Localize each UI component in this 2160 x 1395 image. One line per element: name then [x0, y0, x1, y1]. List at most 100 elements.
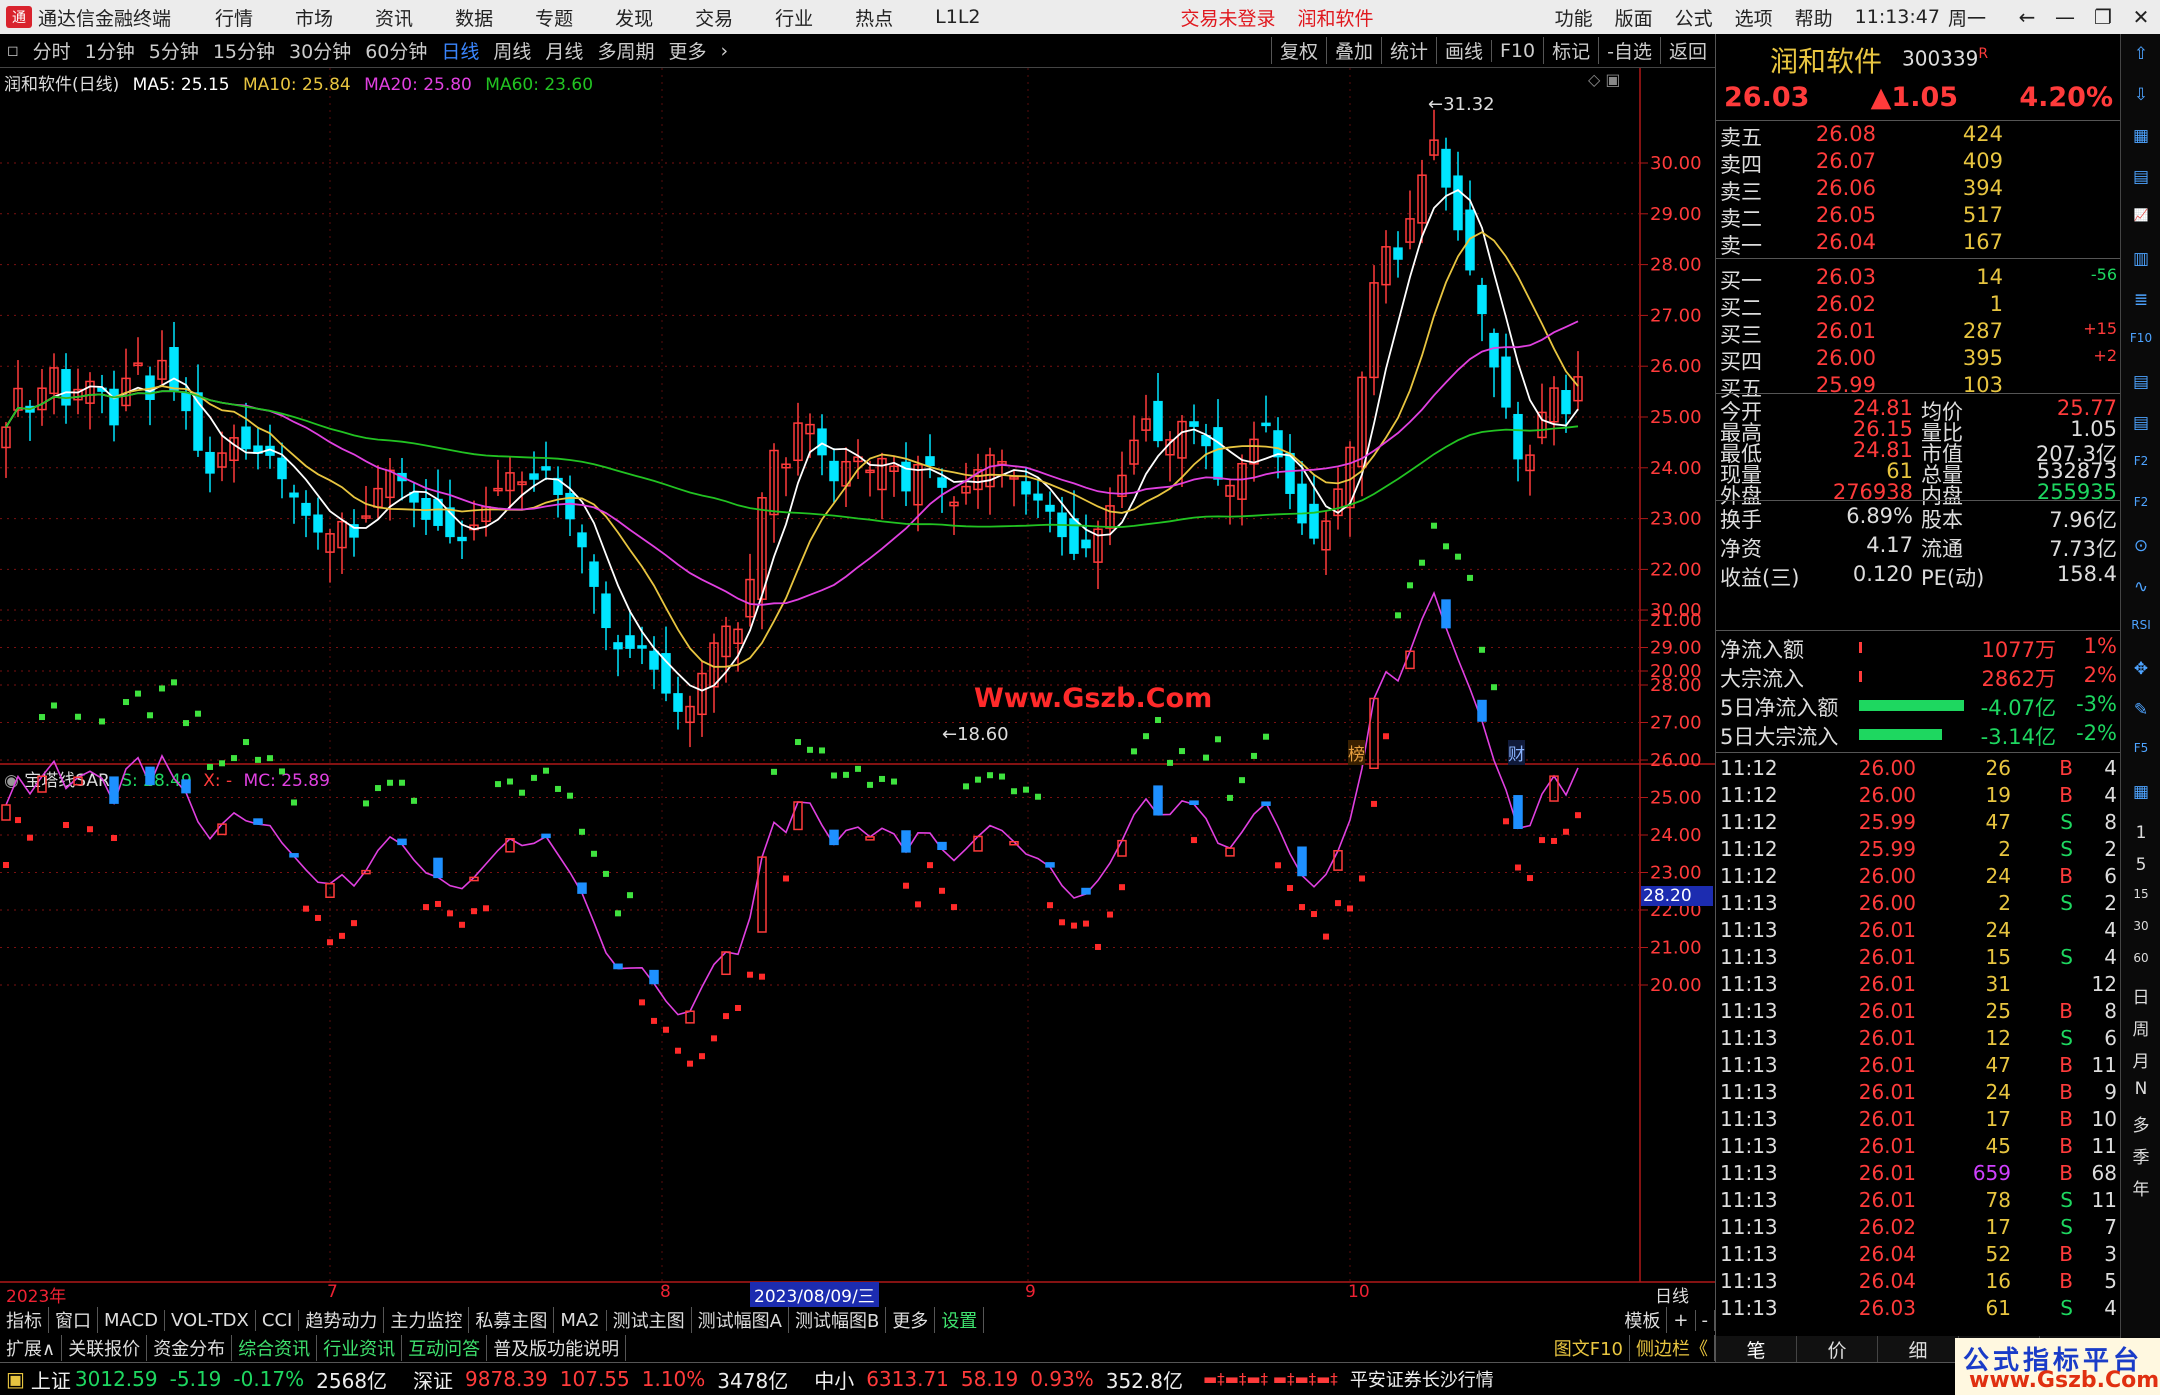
period-multi[interactable]: 多 — [2127, 1111, 2155, 1137]
menu-item-market[interactable]: 市场 — [295, 4, 333, 31]
period-5[interactable]: 5 — [2127, 855, 2155, 881]
doc-icon[interactable]: ▤ — [2127, 372, 2155, 398]
period-daily[interactable]: 日线 — [434, 37, 486, 64]
period-30min[interactable]: 30分钟 — [282, 37, 358, 64]
remove-pane-button[interactable]: - — [1696, 1309, 1715, 1331]
tab-related-quotes[interactable]: 关联报价 — [62, 1335, 148, 1361]
tab-fund-distribution[interactable]: 资金分布 — [147, 1335, 233, 1361]
tab-ticks[interactable]: 笔 — [1716, 1336, 1797, 1362]
tab-ma2[interactable]: MA2 — [554, 1309, 607, 1331]
sells-level-2[interactable]: 卖四 26.07 409 — [1716, 149, 2121, 177]
tab-general-news[interactable]: 综合资讯 — [232, 1335, 318, 1361]
tab-test-sub-a[interactable]: 测试幅图A — [692, 1307, 789, 1333]
line-chart-icon[interactable]: 📈 — [2127, 208, 2155, 234]
menu-item-layout[interactable]: 版面 — [1615, 4, 1653, 31]
marker-ranking[interactable]: 榜 — [1348, 740, 1365, 765]
menu-item-formula[interactable]: 公式 — [1675, 4, 1713, 31]
candle-icon[interactable]: ▥ — [2127, 249, 2155, 275]
sells-level-1[interactable]: 卖五 26.08 424 — [1716, 122, 2121, 150]
tab-price[interactable]: 价 — [1797, 1336, 1878, 1362]
period-multi[interactable]: 多周期 — [590, 37, 661, 64]
tab-private-equity[interactable]: 私募主图 — [469, 1307, 555, 1333]
list-icon[interactable]: ≣ — [2127, 290, 2155, 316]
period-n[interactable]: N — [2127, 1079, 2155, 1105]
period-60min[interactable]: 60分钟 — [358, 37, 434, 64]
menu-item-l1l2[interactable]: L1L2 — [935, 6, 980, 28]
chevron-right-icon[interactable]: › — [713, 40, 735, 62]
period-15[interactable]: 15 — [2127, 887, 2155, 913]
tool-f10[interactable]: F10 — [1491, 39, 1543, 62]
move-icon[interactable]: ✥ — [2127, 659, 2155, 685]
kline-chart[interactable]: 30.00 29.00 28.00 27.00 26.00 25.00 24.00 23.00… — [0, 68, 1715, 1318]
tab-cci[interactable]: CCI — [256, 1309, 300, 1331]
tab-expand[interactable]: 扩展∧ — [0, 1335, 63, 1361]
sells-level-5[interactable]: 卖一 26.04 167 — [1716, 230, 2121, 258]
back-icon[interactable]: ← — [2008, 5, 2046, 29]
menu-item-hot[interactable]: 热点 — [855, 4, 893, 31]
f10-icon[interactable]: F10 — [2127, 331, 2155, 357]
period-month[interactable]: 月 — [2127, 1047, 2155, 1073]
period-monthly[interactable]: 月线 — [538, 37, 590, 64]
menu-item-discover[interactable]: 发现 — [615, 4, 653, 31]
buys-level-3[interactable]: 买三 26.01 287 +15 — [1716, 319, 2121, 347]
sells-level-4[interactable]: 卖二 26.05 517 — [1716, 203, 2121, 231]
grid2-icon[interactable]: ▦ — [2127, 782, 2155, 808]
period-season[interactable]: 季 — [2127, 1143, 2155, 1169]
period-60[interactable]: 60 — [2127, 951, 2155, 977]
table-icon[interactable]: ▤ — [2127, 167, 2155, 193]
tab-edition-info[interactable]: 普及版功能说明 — [487, 1335, 627, 1361]
mini-tick-chart[interactable]: ▬‡▬‡▬‡ ▬‡▬‡▬‡ — [1203, 1370, 1338, 1388]
minimize-icon[interactable]: — — [2046, 5, 2084, 29]
buys-level-4[interactable]: 买四 26.00 395 +2 — [1716, 346, 2121, 374]
tab-macd[interactable]: MACD — [98, 1309, 165, 1331]
server-name[interactable]: 平安证券长沙行情 — [1350, 1366, 1494, 1392]
period-1[interactable]: 1 — [2127, 823, 2155, 849]
f5-icon[interactable]: F5 — [2127, 741, 2155, 767]
f10-button[interactable]: 图文F10 — [1548, 1335, 1630, 1361]
search-icon[interactable]: ⊙ — [2127, 536, 2155, 562]
tab-test-sub-b[interactable]: 测试幅图B — [789, 1307, 887, 1333]
tab-test-main[interactable]: 测试主图 — [607, 1307, 692, 1333]
wave-icon[interactable]: ∿ — [2127, 577, 2155, 603]
menu-item-news[interactable]: 资讯 — [375, 4, 413, 31]
add-pane-button[interactable]: + — [1667, 1309, 1696, 1331]
buys-level-2[interactable]: 买二 26.02 1 — [1716, 292, 2121, 320]
f2-icon[interactable]: F2 — [2127, 454, 2155, 480]
doc2-icon[interactable]: ▤ — [2127, 413, 2155, 439]
period-year[interactable]: 年 — [2127, 1175, 2155, 1201]
tab-more[interactable]: 更多 — [886, 1307, 936, 1333]
collapse-icon[interactable]: ◻ — [0, 43, 26, 59]
rsi-icon[interactable]: RSI — [2127, 618, 2155, 644]
tab-window[interactable]: 窗口 — [49, 1307, 98, 1333]
chart-settings-icon[interactable]: ◇ ▣ — [1588, 70, 1621, 89]
down-arrow-icon[interactable]: ⇩ — [2127, 85, 2155, 111]
tab-main-force[interactable]: 主力监控 — [384, 1307, 470, 1333]
tab-detail[interactable]: 细 — [1878, 1336, 1959, 1362]
menu-item-industry[interactable]: 行业 — [775, 4, 813, 31]
tab-indicators[interactable]: 指标 — [0, 1307, 49, 1333]
period-more[interactable]: 更多 — [661, 37, 713, 64]
menu-item-options[interactable]: 选项 — [1735, 4, 1773, 31]
menu-item-function[interactable]: 功能 — [1555, 4, 1593, 31]
period-weekly[interactable]: 周线 — [486, 37, 538, 64]
tab-settings[interactable]: 设置 — [935, 1307, 985, 1333]
maximize-icon[interactable]: ❐ — [2084, 5, 2122, 29]
tool-mark[interactable]: 标记 — [1543, 37, 1598, 64]
period-minute-chart[interactable]: 分时 — [26, 37, 78, 64]
period-1min[interactable]: 1分钟 — [78, 37, 142, 64]
tool-restore-rights[interactable]: 复权 — [1270, 37, 1326, 64]
tool-back[interactable]: 返回 — [1659, 37, 1715, 64]
tool-stats[interactable]: 统计 — [1380, 37, 1436, 64]
tab-qa[interactable]: 互动问答 — [402, 1335, 488, 1361]
tab-industry-news[interactable]: 行业资讯 — [317, 1335, 403, 1361]
tool-remove-watchlist[interactable]: -自选 — [1598, 37, 1660, 64]
period-15min[interactable]: 15分钟 — [206, 37, 282, 64]
status-toggle-icon[interactable]: ▣ — [6, 1367, 25, 1391]
grid-icon[interactable]: ▦ — [2127, 126, 2155, 152]
template-button[interactable]: 模板 — [1618, 1307, 1668, 1333]
tool-overlay[interactable]: 叠加 — [1325, 37, 1381, 64]
pen-icon[interactable]: ✎ — [2127, 700, 2155, 726]
up-arrow-icon[interactable]: ⇧ — [2127, 44, 2155, 70]
buys-level-1[interactable]: 买一 26.03 14 -56 — [1716, 265, 2121, 293]
sells-level-3[interactable]: 卖三 26.06 394 — [1716, 176, 2121, 204]
